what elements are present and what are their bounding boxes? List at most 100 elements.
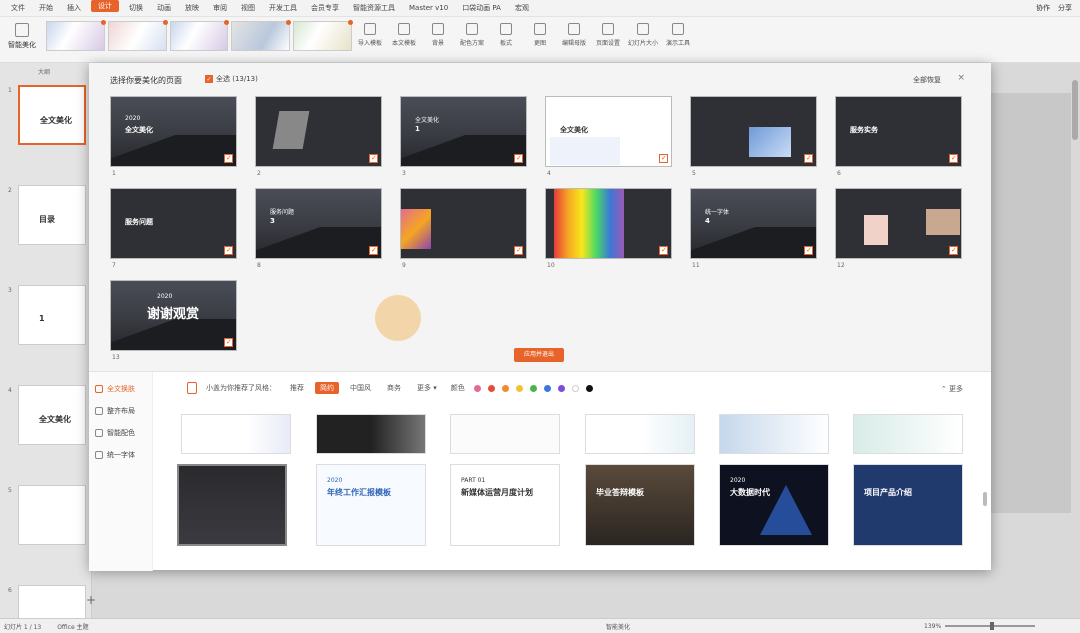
style-tag[interactable]: 推荐: [285, 382, 309, 394]
menu-tab[interactable]: 审阅: [206, 0, 234, 17]
sidebar-item[interactable]: 全文换肤: [89, 378, 152, 400]
check-icon[interactable]: [659, 246, 668, 255]
style-tag[interactable]: 更多 ▾: [412, 382, 442, 394]
slide-canvas[interactable]: [991, 93, 1071, 513]
sidebar-item[interactable]: 智能配色: [89, 422, 152, 444]
color-swatch[interactable]: [473, 384, 481, 392]
check-icon[interactable]: [224, 154, 233, 163]
page-thumbnail[interactable]: 4 统一字体: [690, 188, 817, 259]
check-icon[interactable]: [514, 154, 523, 163]
smart-beautify-button[interactable]: 智能美化: [4, 23, 40, 50]
slide-thumbnail[interactable]: 1: [18, 285, 86, 345]
check-icon[interactable]: [224, 338, 233, 347]
check-icon[interactable]: [804, 154, 813, 163]
theme-thumb[interactable]: [231, 20, 292, 51]
menu-tab[interactable]: 视图: [234, 0, 262, 17]
template-thumb[interactable]: [181, 414, 291, 454]
smart-beautify-status[interactable]: 智能美化: [606, 622, 630, 631]
ribbon-tool-button[interactable]: 页面设置: [594, 23, 622, 47]
color-swatch[interactable]: [557, 384, 565, 392]
slide-thumbnail[interactable]: 全文美化: [18, 85, 86, 145]
page-thumbnail[interactable]: 全文美化 2020: [110, 96, 237, 167]
color-swatch[interactable]: [487, 384, 495, 392]
tab-outline[interactable]: 大纲: [38, 67, 50, 76]
color-swatch[interactable]: [585, 384, 593, 392]
style-tag[interactable]: 商务: [382, 382, 406, 394]
select-all-checkbox[interactable]: ✓ 全选 (13/13): [205, 74, 258, 84]
ribbon-tool-button[interactable]: 本文模板: [390, 23, 418, 47]
restore-all-button[interactable]: 全部恢复: [913, 75, 941, 85]
check-icon[interactable]: [804, 246, 813, 255]
sidebar-item[interactable]: 整齐布局: [89, 400, 152, 422]
page-thumbnail[interactable]: 谢谢观赏 2020: [110, 280, 237, 351]
check-icon[interactable]: [949, 154, 958, 163]
style-tag[interactable]: 简约: [315, 382, 339, 394]
add-slide-button[interactable]: +: [86, 593, 96, 607]
menu-tab[interactable]: 放映: [178, 0, 206, 17]
slide-thumbnail[interactable]: [18, 485, 86, 545]
page-thumbnail[interactable]: [690, 96, 817, 167]
sidebar-item[interactable]: 统一字体: [89, 444, 152, 466]
template-thumb[interactable]: [585, 414, 695, 454]
share-button[interactable]: 分享: [1058, 3, 1072, 13]
template-thumb[interactable]: [177, 464, 287, 546]
template-thumb[interactable]: 2020 大数据时代: [719, 464, 829, 546]
menu-tab[interactable]: 开始: [32, 0, 60, 17]
page-thumbnail[interactable]: 服务实务: [835, 96, 962, 167]
zoom-control[interactable]: 139%: [924, 622, 1036, 630]
check-icon[interactable]: [949, 246, 958, 255]
menu-tab[interactable]: 设计: [91, 0, 119, 12]
panel-scrollbar[interactable]: [983, 492, 987, 506]
slide-thumbnail[interactable]: 全文美化: [18, 385, 86, 445]
color-swatch[interactable]: [571, 384, 579, 392]
template-thumb[interactable]: [316, 414, 426, 454]
ribbon-tool-button[interactable]: 导入模板: [356, 23, 384, 47]
close-icon[interactable]: ×: [957, 73, 965, 83]
template-thumb[interactable]: [450, 414, 560, 454]
menu-tab[interactable]: 开发工具: [262, 0, 304, 17]
ribbon-tool-button[interactable]: 演示工具: [664, 23, 692, 47]
menu-tab[interactable]: 智能资源工具: [346, 0, 402, 17]
menu-tab[interactable]: 切换: [122, 0, 150, 17]
more-button[interactable]: ⌃ 更多: [941, 384, 963, 394]
page-thumbnail[interactable]: [255, 96, 382, 167]
color-swatch[interactable]: [501, 384, 509, 392]
slide-thumbnail[interactable]: 目录: [18, 185, 86, 245]
menu-tab[interactable]: 宏观: [508, 0, 536, 17]
apply-exit-button[interactable]: 应用并退出: [514, 348, 564, 362]
page-thumbnail[interactable]: 服务问题: [110, 188, 237, 259]
template-thumb[interactable]: 2020 年终工作汇报模板: [316, 464, 426, 546]
theme-thumb[interactable]: [46, 20, 106, 51]
check-icon[interactable]: [369, 154, 378, 163]
template-thumb[interactable]: [719, 414, 829, 454]
theme-gallery[interactable]: [46, 20, 353, 51]
ribbon-tool-button[interactable]: 幻灯片大小: [628, 23, 658, 47]
page-thumbnail[interactable]: [835, 188, 962, 259]
check-icon[interactable]: [659, 154, 668, 163]
check-icon[interactable]: [514, 246, 523, 255]
theme-thumb[interactable]: [107, 20, 168, 51]
menu-tab[interactable]: 会员专享: [304, 0, 346, 17]
page-thumbnail[interactable]: [400, 188, 527, 259]
style-tag[interactable]: 中国风: [345, 382, 376, 394]
collab-button[interactable]: 协作: [1036, 3, 1050, 13]
ribbon-tool-button[interactable]: 背景: [424, 23, 452, 47]
page-thumbnail[interactable]: 全文美化: [545, 96, 672, 167]
check-icon[interactable]: [369, 246, 378, 255]
page-thumbnail[interactable]: 3 服务问题: [255, 188, 382, 259]
color-swatch[interactable]: [543, 384, 551, 392]
color-swatch[interactable]: [515, 384, 523, 392]
check-icon[interactable]: [224, 246, 233, 255]
template-thumb[interactable]: 项目产品介绍: [853, 464, 963, 546]
color-swatch[interactable]: [529, 384, 537, 392]
menu-tab[interactable]: Master v10: [402, 0, 455, 17]
ribbon-tool-button[interactable]: 编辑母版: [560, 23, 588, 47]
theme-thumb[interactable]: [169, 20, 230, 51]
menu-tab[interactable]: 插入: [60, 0, 88, 17]
file-menu[interactable]: 文件: [4, 0, 32, 17]
ribbon-tool-button[interactable]: 配色方案: [458, 23, 486, 47]
template-thumb[interactable]: PART 01 新媒体运营月度计划: [450, 464, 560, 546]
ribbon-tool-button[interactable]: 板式: [492, 23, 520, 47]
menu-tab[interactable]: 动画: [150, 0, 178, 17]
template-thumb[interactable]: 毕业答辩模板: [585, 464, 695, 546]
